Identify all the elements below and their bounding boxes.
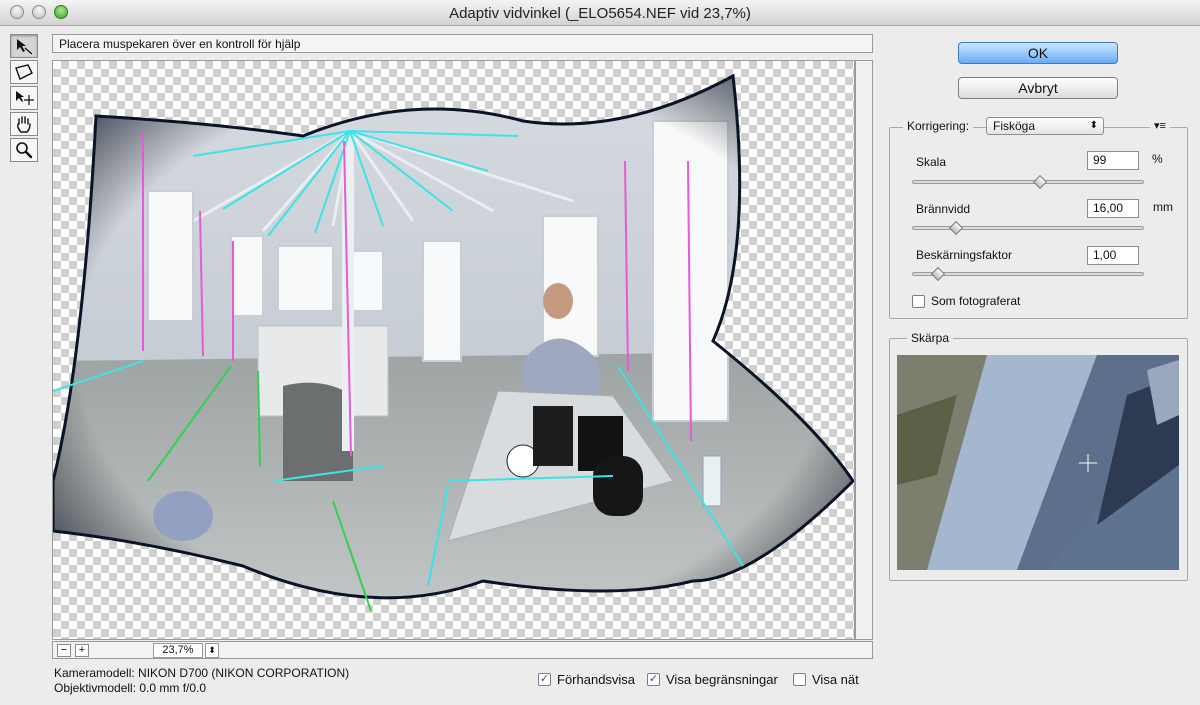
- scale-slider-track[interactable]: [912, 180, 1144, 184]
- show-constraints-checkbox[interactable]: ✓ Visa begränsningar: [647, 672, 778, 687]
- window-title: Adaptiv vidvinkel (_ELO5654.NEF vid 23,7…: [449, 5, 751, 22]
- image-preview-canvas[interactable]: [52, 60, 855, 640]
- zoom-out-button[interactable]: −: [57, 644, 71, 657]
- corrected-image-preview: [53, 73, 854, 612]
- vertical-scrollbar[interactable]: [855, 60, 873, 640]
- as-shot-label: Som fotograferat: [931, 294, 1021, 308]
- chevron-updown-icon: ⬍: [1089, 120, 1098, 131]
- focal-length-label: Brännvidd: [916, 202, 971, 216]
- show-grid-check-icon: [793, 673, 806, 686]
- correction-label: Korrigering:: [903, 119, 974, 133]
- crop-factor-slider-track[interactable]: [912, 272, 1144, 276]
- crop-factor-field[interactable]: 1,00: [1087, 246, 1139, 265]
- constraint-tool-button[interactable]: [10, 34, 38, 58]
- zoom-level-field[interactable]: 23,7%: [153, 643, 203, 658]
- camera-model-text: Kameramodell: NIKON D700 (NIKON CORPORAT…: [54, 666, 350, 680]
- tool-strip: [10, 34, 40, 164]
- sharpness-label: Skärpa: [907, 331, 954, 345]
- cancel-button[interactable]: Avbryt: [958, 77, 1118, 99]
- panel-menu-icon[interactable]: ▾≡: [1150, 119, 1170, 132]
- scale-unit: %: [1152, 152, 1163, 166]
- ok-button[interactable]: OK: [958, 42, 1118, 64]
- sharpness-loupe-image: [897, 355, 1179, 570]
- polygon-constraint-tool-button[interactable]: [10, 60, 38, 84]
- crop-factor-label: Beskärningsfaktor: [916, 248, 1013, 262]
- help-text-bar: Placera muspekaren över en kontroll för …: [52, 34, 873, 53]
- hand-tool-icon: [17, 116, 31, 133]
- scale-field[interactable]: 99: [1087, 151, 1139, 170]
- focal-length-slider-track[interactable]: [912, 226, 1144, 230]
- zoom-in-button[interactable]: +: [75, 644, 89, 657]
- as-shot-check-icon: [912, 294, 925, 308]
- polygon-constraint-tool-icon: [15, 64, 33, 80]
- scale-label: Skala: [916, 155, 947, 169]
- correction-type-select[interactable]: Fiskö­ga ⬍: [986, 117, 1104, 135]
- zoom-stepper-button[interactable]: ⬍: [205, 643, 219, 658]
- constraint-tool-icon: [17, 39, 33, 55]
- show-constraints-label: Visa begränsningar: [666, 672, 778, 687]
- as-shot-checkbox[interactable]: Som fotograferat: [912, 294, 1020, 308]
- zoom-bar: − + 23,7% ⬍: [52, 641, 873, 659]
- show-grid-checkbox[interactable]: Visa nät: [793, 672, 859, 687]
- hand-tool-button[interactable]: [10, 112, 38, 136]
- zoom-tool-icon: [16, 142, 33, 159]
- focal-length-field[interactable]: 16,00: [1087, 199, 1139, 218]
- move-tool-button[interactable]: [10, 86, 38, 110]
- focal-length-unit: mm: [1153, 200, 1173, 214]
- zoom-tool-button[interactable]: [10, 138, 38, 162]
- lens-model-text: Objektivmodell: 0.0 mm f/0.0: [54, 681, 207, 695]
- sharpness-loupe-preview[interactable]: [897, 355, 1179, 570]
- correction-type-value: Fiskö­ga: [993, 119, 1036, 133]
- move-tool-icon: [16, 91, 34, 105]
- preview-check-icon: ✓: [538, 673, 551, 686]
- show-constraints-check-icon: ✓: [647, 673, 660, 686]
- preview-checkbox[interactable]: ✓ Förhandsvisa: [538, 672, 635, 687]
- preview-checkbox-label: Förhandsvisa: [557, 672, 636, 687]
- show-grid-label: Visa nät: [812, 672, 859, 687]
- title-bar: Adaptiv vidvinkel (_ELO5654.NEF vid 23,7…: [0, 0, 1200, 26]
